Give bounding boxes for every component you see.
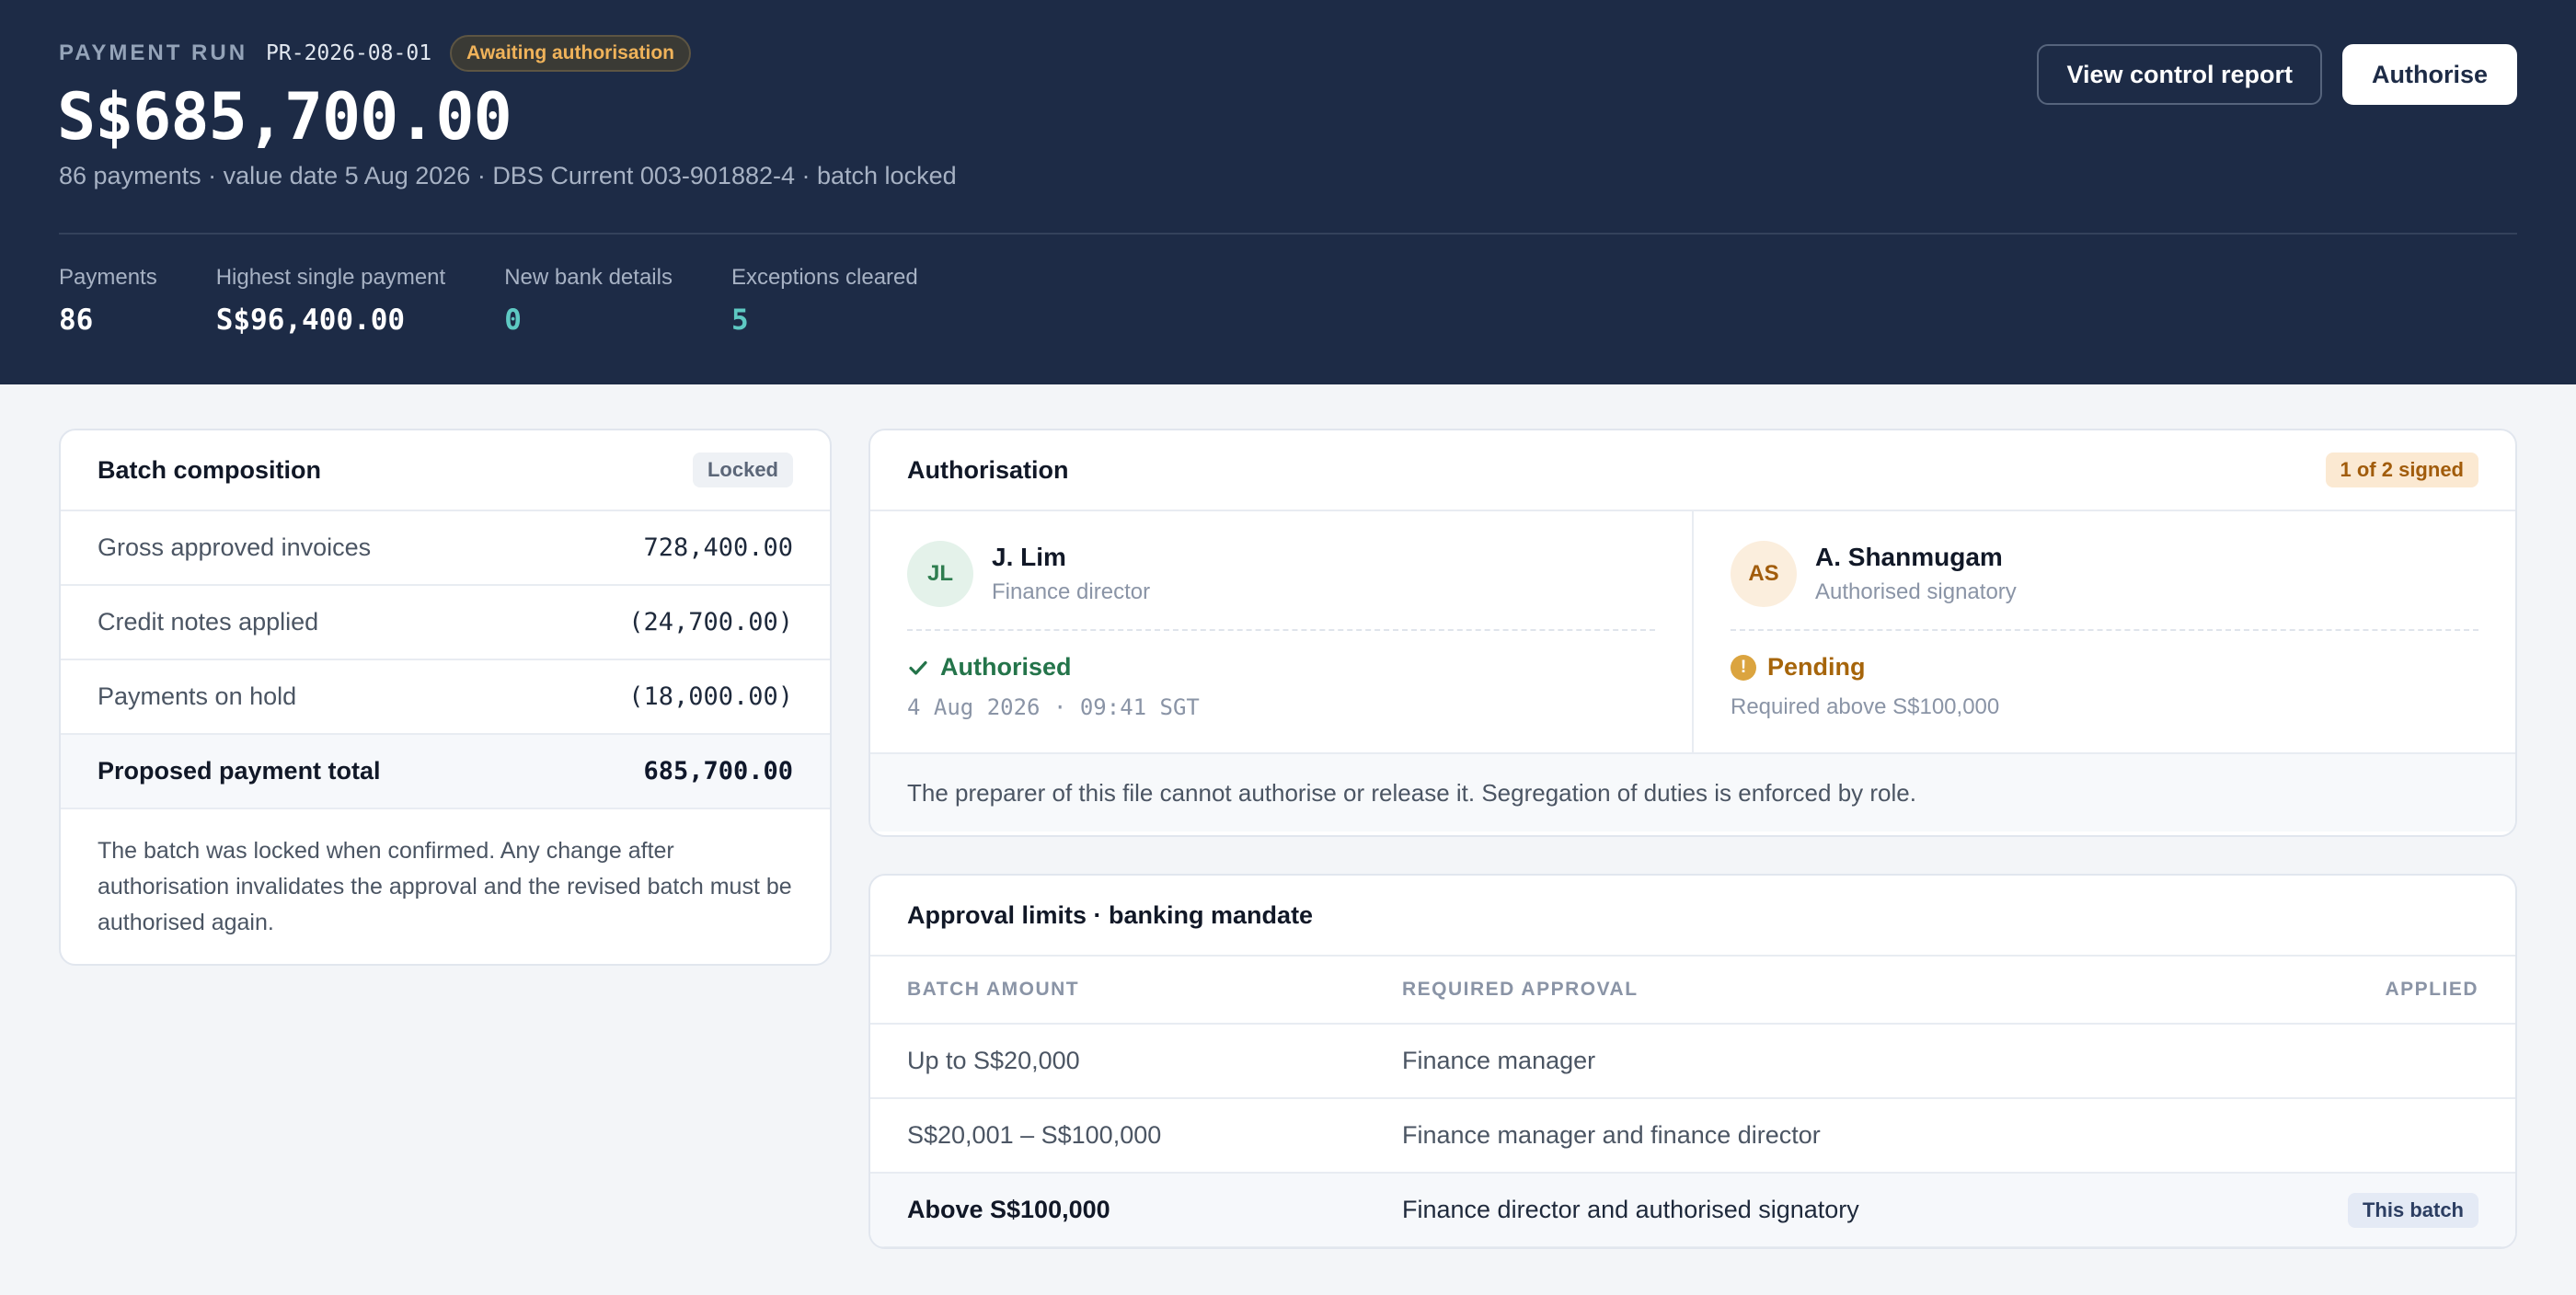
card-header: Batch composition Locked — [61, 430, 830, 511]
composition-total-row: Proposed payment total 685,700.00 — [61, 735, 830, 809]
avatar: JL — [907, 541, 973, 607]
total-label: Proposed payment total — [98, 757, 381, 785]
batch-amount-cell: Above S$100,000 — [907, 1196, 1110, 1223]
signer-ashanmugam: AS A. Shanmugam Authorised signatory ! P… — [1692, 511, 2515, 752]
card-header: Approval limits · banking mandate — [870, 876, 2515, 957]
stat-exceptions-cleared: Exceptions cleared 5 — [731, 265, 918, 337]
required-approval-cell: Finance director and authorised signator… — [1402, 1196, 1859, 1223]
approval-limits-card: Approval limits · banking mandate BATCH … — [868, 874, 2517, 1249]
composition-row: Credit notes applied (24,700.00) — [61, 586, 830, 660]
stat-new-bank-details: New bank details 0 — [504, 265, 673, 337]
check-icon — [909, 660, 927, 675]
segregation-note: The preparer of this file cannot authori… — [870, 754, 2515, 831]
row-label: Gross approved invoices — [98, 533, 372, 561]
signer-role: Finance director — [992, 579, 1151, 604]
stat-label: Payments — [59, 265, 157, 290]
table-row: Up to S$20,000 Finance manager — [870, 1025, 2515, 1099]
stat-value: S$96,400.00 — [215, 304, 406, 337]
status-text: Authorised — [940, 653, 1072, 681]
signer-name: A. Shanmugam — [1815, 543, 2003, 571]
stats-row: Payments 86 Highest single payment S$96,… — [59, 265, 918, 337]
row-value: (24,700.00) — [628, 608, 793, 636]
card-header: Authorisation 1 of 2 signed — [870, 430, 2515, 511]
requirement-note: Required above S$100,000 — [1731, 694, 2000, 719]
signer-jlim: JL J. Lim Finance director Authorised 4 … — [870, 511, 1692, 752]
card-title: Approval limits · banking mandate — [907, 900, 1314, 929]
stat-label: New bank details — [504, 265, 673, 290]
signer-name: J. Lim — [992, 543, 1066, 571]
stat-label: Highest single payment — [215, 265, 446, 290]
stat-label: Exceptions cleared — [730, 265, 918, 290]
warning-icon: ! — [1731, 654, 1756, 681]
signer-details: J. Lim Finance director — [992, 543, 1150, 605]
column-header-batch-amount: BATCH AMOUNT — [907, 979, 1080, 1000]
row-label: Payments on hold — [98, 682, 297, 710]
column-header-required-approval: REQUIRED APPROVAL — [1402, 979, 1639, 1000]
batch-amount-cell: Up to S$20,000 — [907, 1047, 1080, 1074]
stat-value: 86 — [59, 304, 94, 337]
locked-badge: Locked — [692, 453, 793, 487]
lock-note: The batch was locked when confirmed. Any… — [98, 838, 792, 935]
run-summary: 86 payments · value date 5 Aug 2026 · DB… — [59, 162, 957, 189]
stat-value: 0 — [504, 304, 522, 337]
authorisation-card: Authorisation 1 of 2 signed JL J. Lim Fi… — [868, 429, 2517, 837]
signer-status: ! Pending — [1731, 653, 2478, 682]
header-meta: PAYMENT RUN PR-2026-08-01 Awaiting autho… — [59, 35, 692, 72]
status-text: Pending — [1767, 653, 1866, 681]
signer-status: Authorised — [907, 653, 1655, 682]
stat-highest-payment: Highest single payment S$96,400.00 — [216, 265, 445, 337]
avatar: AS — [1731, 541, 1797, 607]
required-approval-cell: Finance manager and finance director — [1402, 1121, 1821, 1149]
eyebrow-label: PAYMENT RUN — [59, 40, 248, 65]
stat-value: 5 — [730, 304, 749, 337]
authorise-button[interactable]: Authorise — [2341, 44, 2517, 105]
composition-row: Gross approved invoices 728,400.00 — [61, 511, 830, 586]
total-value: 685,700.00 — [643, 757, 793, 785]
stat-payments: Payments 86 — [59, 265, 157, 337]
table-row-current: Above S$100,000 Finance director and aut… — [870, 1174, 2515, 1247]
payment-total-amount: S$685,700.00 — [57, 79, 512, 155]
divider — [59, 233, 2517, 235]
view-control-report-button[interactable]: View control report — [2037, 44, 2322, 105]
payment-run-header: PAYMENT RUN PR-2026-08-01 Awaiting autho… — [0, 0, 2576, 384]
column-header-applied: APPLIED — [2385, 979, 2478, 1000]
signed-timestamp: 4 Aug 2026 · 09:41 SGT — [907, 694, 1200, 720]
table-header: BATCH AMOUNT REQUIRED APPROVAL APPLIED — [870, 957, 2515, 1025]
batch-composition-card: Batch composition Locked Gross approved … — [59, 429, 832, 966]
applied-cell: This batch — [2294, 1192, 2478, 1228]
required-approval-cell: Finance manager — [1402, 1047, 1596, 1074]
row-value: (18,000.00) — [628, 682, 793, 711]
signer-role: Authorised signatory — [1815, 579, 2017, 604]
card-title: Authorisation — [907, 455, 1069, 484]
row-label: Credit notes applied — [98, 608, 319, 636]
table-row: S$20,001 – S$100,000 Finance manager and… — [870, 1099, 2515, 1174]
status-badge: Awaiting authorisation — [450, 35, 692, 72]
signatures-badge: 1 of 2 signed — [2325, 453, 2478, 487]
this-batch-badge: This batch — [2347, 1192, 2478, 1228]
signer-details: A. Shanmugam Authorised signatory — [1815, 543, 2017, 605]
composition-row: Payments on hold (18,000.00) — [61, 660, 830, 735]
run-id: PR-2026-08-01 — [266, 41, 432, 65]
row-value: 728,400.00 — [643, 533, 793, 562]
card-title: Batch composition — [98, 455, 322, 484]
batch-amount-cell: S$20,001 – S$100,000 — [907, 1121, 1162, 1149]
signer-identity: AS A. Shanmugam Authorised signatory — [1731, 541, 2478, 631]
signers: JL J. Lim Finance director Authorised 4 … — [870, 511, 2515, 754]
signer-identity: JL J. Lim Finance director — [907, 541, 1655, 631]
header-actions: View control report Authorise — [2037, 44, 2517, 105]
